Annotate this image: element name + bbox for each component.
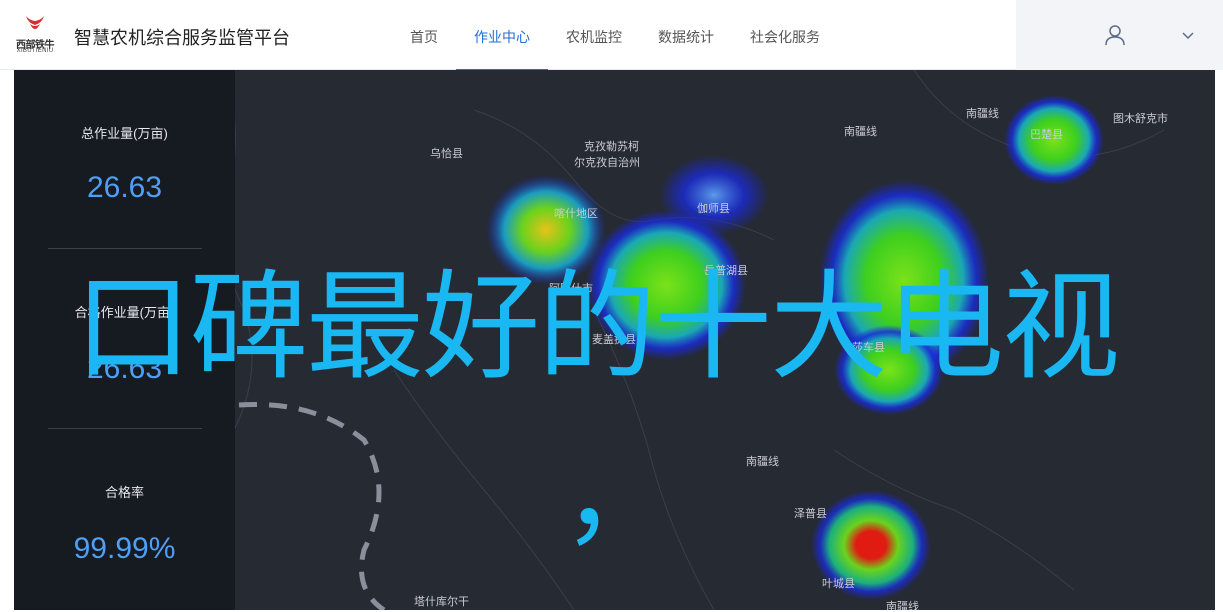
overlay-headline: 口碑最好的十大电视	[74, 262, 1120, 394]
place-label: 塔什库尔干	[414, 596, 469, 608]
pass-rate-value: 99.99%	[73, 532, 176, 565]
pass-rate-label: 合格率	[104, 485, 144, 500]
place-label: 南疆线	[746, 456, 779, 468]
nav-item-social-services[interactable]: 社会化服务	[732, 0, 838, 70]
place-label: 尔克孜自治州	[574, 157, 640, 169]
place-label: 南疆线	[966, 108, 999, 120]
place-label: 巴楚县	[1030, 129, 1063, 141]
user-area	[1016, 0, 1223, 70]
app-title: 智慧农机综合服务监管平台	[74, 28, 290, 48]
nav-item-home[interactable]: 首页	[392, 0, 456, 70]
stat-divider	[48, 248, 202, 249]
place-label: 图木舒克市	[1113, 113, 1168, 125]
place-label: 南疆线	[886, 601, 919, 610]
top-header: 西部铁牛 XIBUTIENIU 智慧农机综合服务监管平台 首页 作业中心 农机监…	[0, 0, 1223, 71]
total-work-value: 26.63	[86, 171, 163, 204]
place-label: 乌恰县	[430, 148, 463, 160]
brand-logo[interactable]: 西部铁牛 XIBUTIENIU	[12, 14, 58, 56]
user-icon[interactable]	[1104, 24, 1126, 46]
main-nav: 首页 作业中心 农机监控 数据统计 社会化服务	[392, 0, 838, 71]
total-work-label: 总作业量(万亩)	[81, 126, 168, 141]
place-label: 克孜勒苏柯	[584, 141, 639, 153]
logo-name-en: XIBUTIENIU	[16, 48, 54, 54]
place-label: 喀什地区	[554, 208, 598, 220]
nav-item-operation-center[interactable]: 作业中心	[456, 0, 548, 71]
stat-divider	[48, 428, 202, 429]
place-label: 泽普县	[794, 508, 827, 520]
nav-item-machinery-monitoring[interactable]: 农机监控	[548, 0, 640, 70]
place-label: 叶城县	[822, 578, 855, 590]
nav-item-statistics[interactable]: 数据统计	[640, 0, 732, 70]
map-area[interactable]: 乌恰县 克孜勒苏柯 尔克孜自治州 喀什地区 伽师县 岳普湖县 阿图什市 麦盖提县…	[14, 70, 1215, 610]
bull-logo-icon	[26, 16, 44, 29]
chevron-down-icon[interactable]	[1182, 32, 1194, 40]
place-label: 南疆线	[844, 126, 877, 138]
place-label: 伽师县	[697, 203, 730, 215]
overlay-comma: ，	[562, 435, 672, 558]
